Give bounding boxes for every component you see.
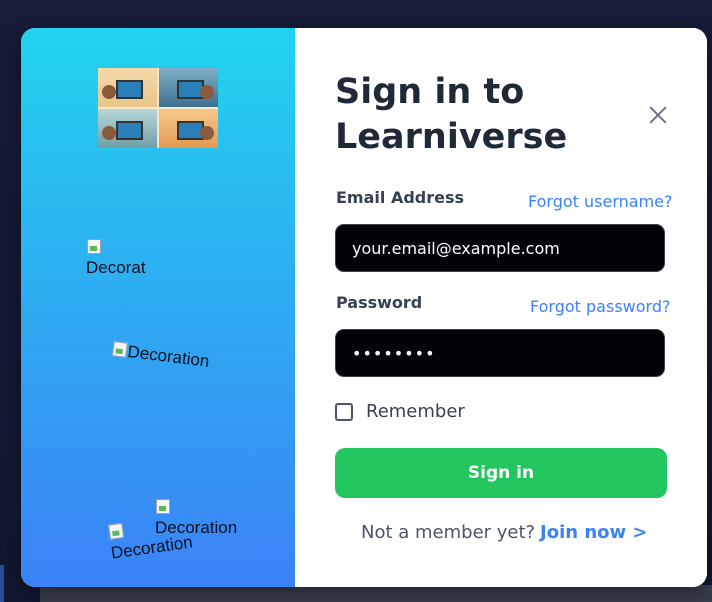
title-line: Learniverse bbox=[335, 117, 568, 157]
password-label: Password bbox=[336, 293, 423, 312]
remember-label[interactable]: Remember bbox=[366, 401, 465, 422]
background-content-strip bbox=[40, 585, 712, 602]
remember-checkbox[interactable] bbox=[335, 403, 353, 421]
title-line: Sign in to bbox=[335, 72, 525, 112]
forgot-password-link[interactable]: Forgot password? bbox=[530, 297, 670, 316]
logo-tile bbox=[98, 109, 157, 148]
sign-in-modal: Decoration Decoration Decoration Decorat… bbox=[21, 28, 707, 587]
logo-tile bbox=[159, 68, 218, 107]
decorative-side-panel: Decoration Decoration Decoration Decorat… bbox=[21, 28, 295, 587]
logo-tile bbox=[159, 109, 218, 148]
decoration-alt-text: Decoration bbox=[86, 258, 146, 277]
password-field[interactable] bbox=[335, 329, 665, 377]
close-icon[interactable] bbox=[647, 104, 669, 126]
background-edge bbox=[0, 565, 4, 602]
sign-in-button[interactable]: Sign in bbox=[335, 448, 667, 498]
decoration-image: Decoration bbox=[111, 340, 211, 372]
decoration-alt-text: Decoration bbox=[126, 341, 211, 371]
sign-in-form-panel: Sign in to Learniverse Email Address For… bbox=[295, 28, 707, 587]
decoration-image: Decoration bbox=[86, 238, 146, 278]
join-now-link[interactable]: Join now > bbox=[540, 522, 647, 543]
page-title: Sign in to Learniverse bbox=[335, 70, 585, 160]
broken-image-icon bbox=[111, 340, 129, 358]
decoration-image: Decoration bbox=[107, 511, 204, 563]
broken-image-icon bbox=[155, 498, 171, 514]
forgot-username-link[interactable]: Forgot username? bbox=[528, 192, 673, 211]
learniverse-logo bbox=[98, 68, 218, 148]
logo-tile bbox=[98, 68, 157, 107]
broken-image-icon bbox=[86, 238, 102, 254]
broken-image-icon bbox=[107, 522, 125, 540]
email-label: Email Address bbox=[336, 188, 465, 207]
not-member-text: Not a member yet? bbox=[361, 522, 536, 543]
email-field[interactable] bbox=[335, 224, 665, 272]
